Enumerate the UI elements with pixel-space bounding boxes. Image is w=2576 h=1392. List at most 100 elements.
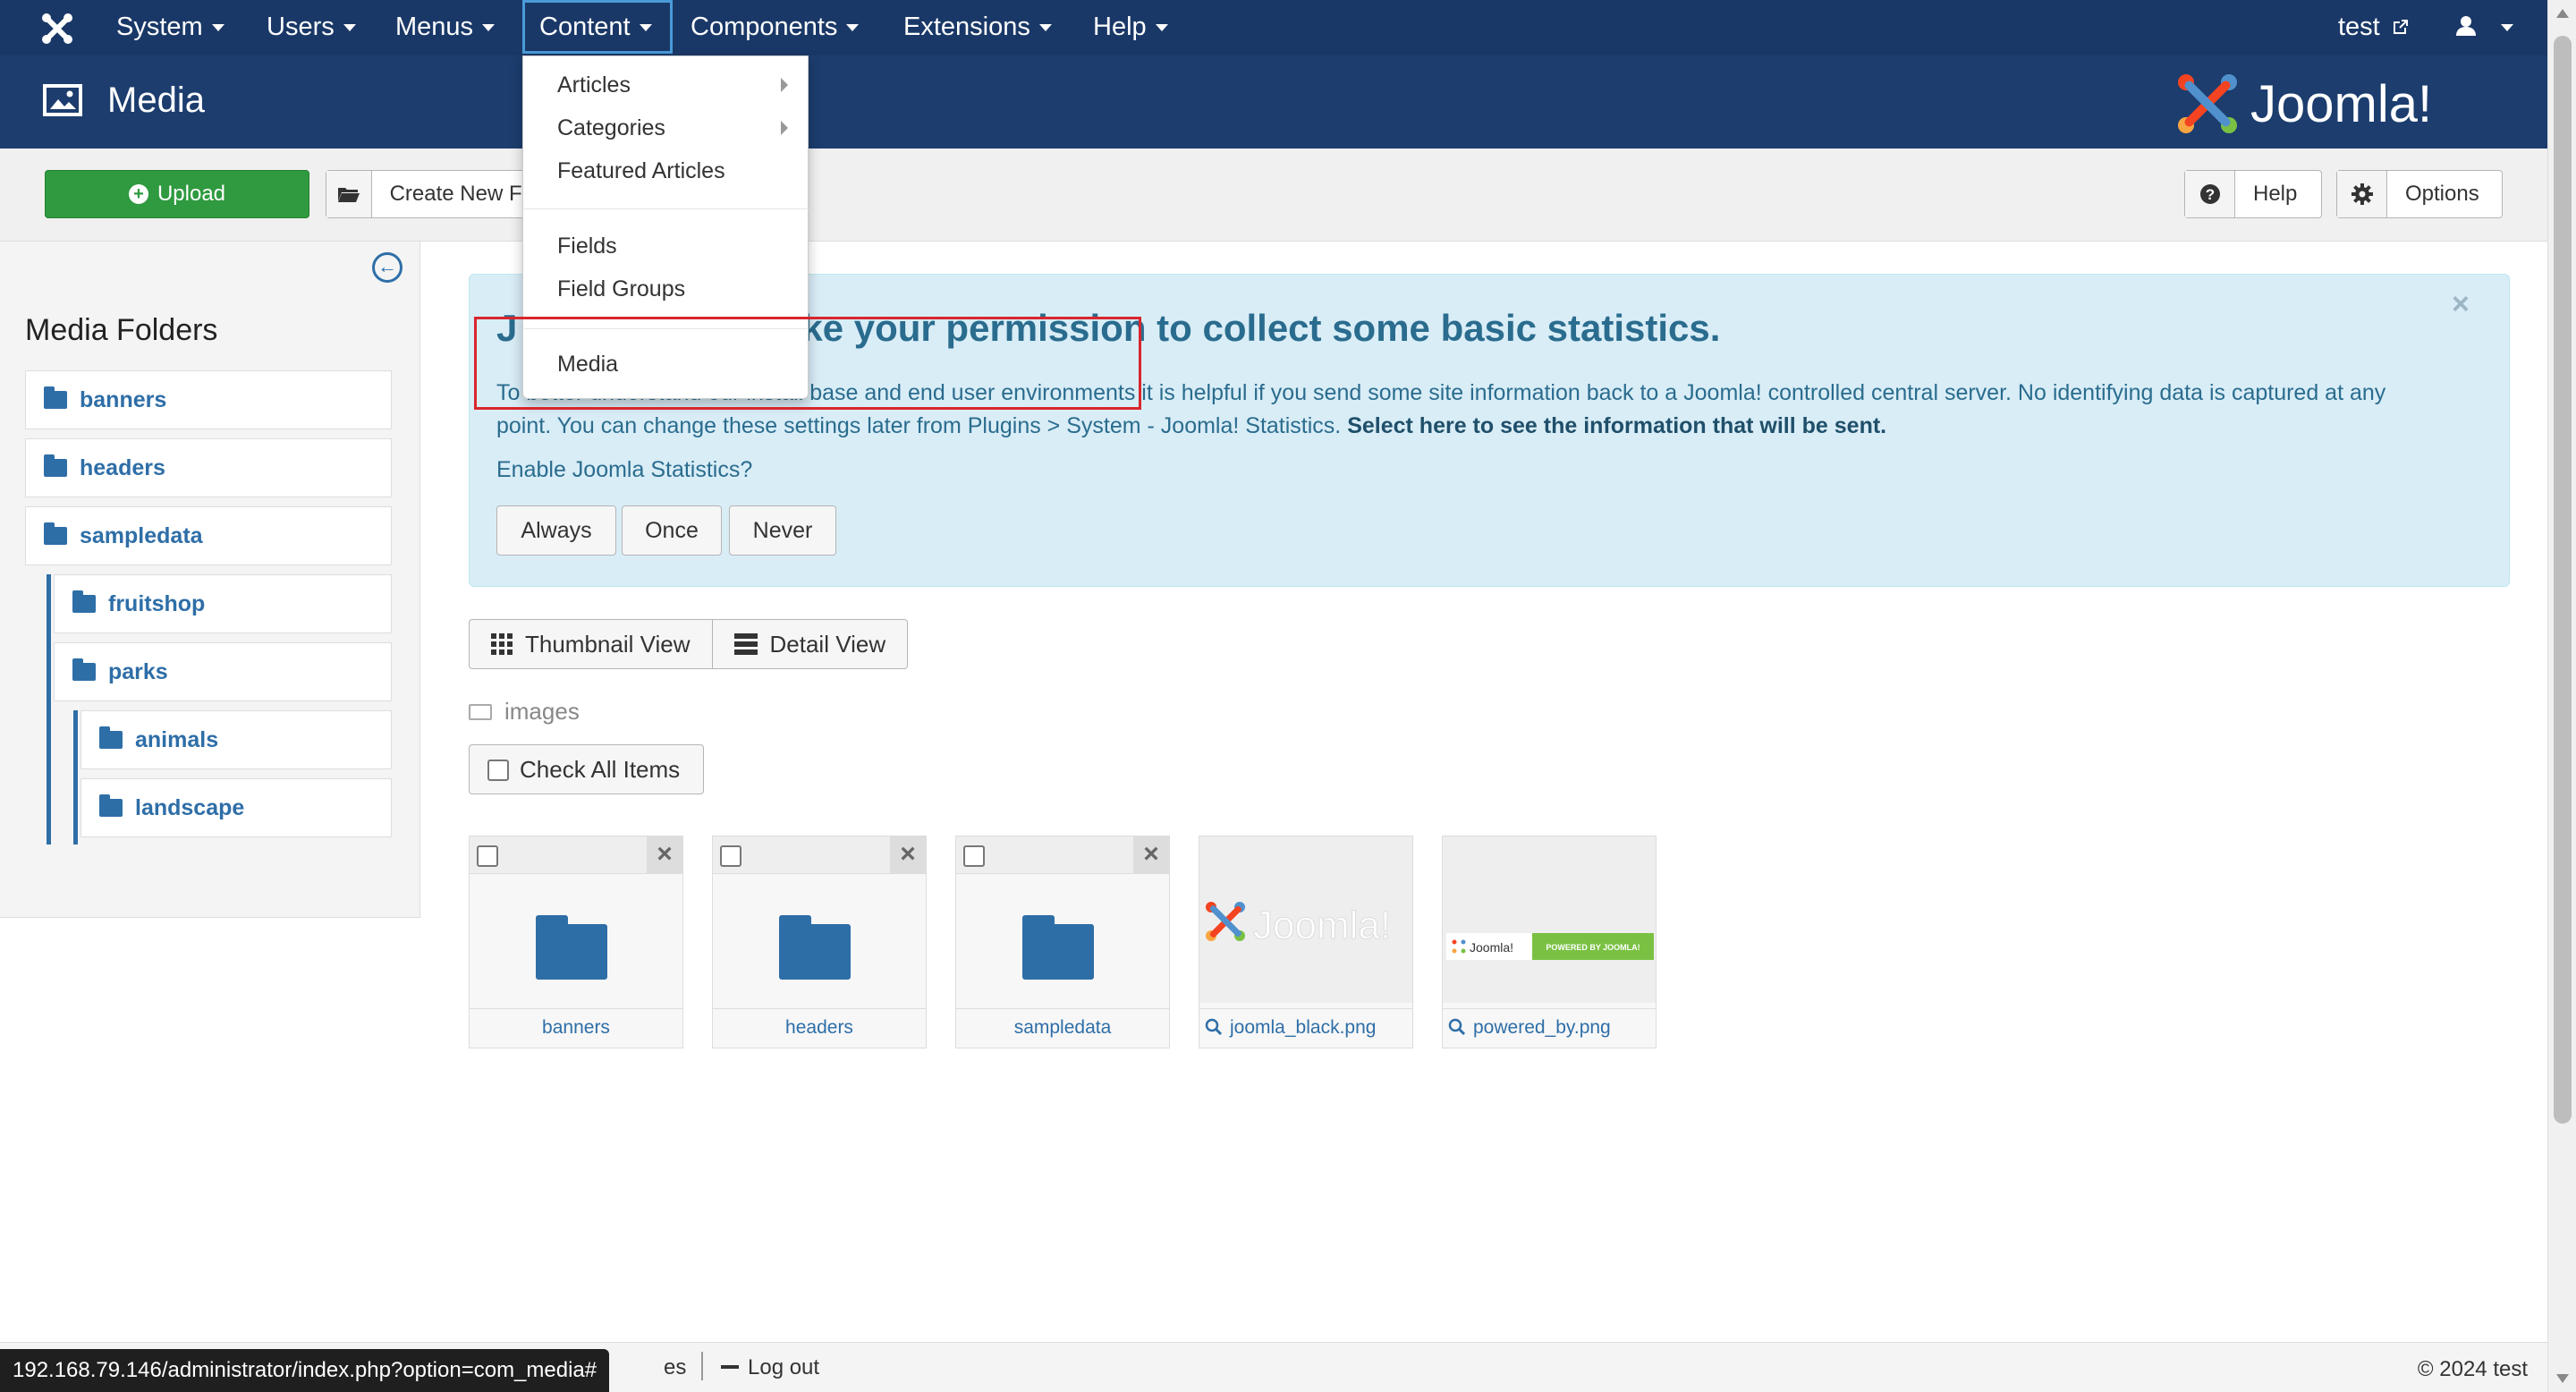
search-icon — [1205, 1018, 1223, 1036]
item-checkbox[interactable] — [963, 845, 985, 867]
folder-icon — [99, 726, 123, 749]
nav-users[interactable]: Users — [252, 0, 370, 55]
chevron-right-icon — [781, 78, 788, 92]
folder-icon — [779, 915, 851, 980]
breadcrumb: images — [469, 698, 580, 726]
alert-question: Enable Joomla Statistics? — [496, 457, 753, 482]
folder-item-fruitshop[interactable]: fruitshop — [54, 574, 392, 633]
grid-icon — [491, 633, 513, 655]
nav-content[interactable]: Content — [522, 0, 673, 54]
media-item-powered-by[interactable]: Joomla! POWERED BY JOOMLA! powered_by.pn… — [1442, 836, 1657, 1048]
svg-text:?: ? — [2205, 186, 2214, 203]
folder-item-sampledata[interactable]: sampledata — [25, 506, 392, 565]
caret-down-icon — [482, 24, 496, 32]
scroll-up-icon[interactable] — [2556, 9, 2569, 18]
close-icon[interactable]: × — [2452, 287, 2470, 322]
menu-item-fields[interactable]: Fields — [557, 233, 617, 259]
folder-icon — [44, 522, 67, 545]
folder-icon — [1022, 915, 1094, 980]
create-folder-button[interactable]: Create New F — [326, 170, 528, 218]
folder-icon — [99, 794, 123, 817]
external-link-icon — [2393, 20, 2408, 34]
nav-menus[interactable]: Menus — [381, 0, 509, 55]
joomla-brand-logo: Joomla! — [2178, 74, 2432, 133]
detail-view-button[interactable]: Detail View — [711, 620, 908, 668]
delete-icon[interactable]: × — [647, 836, 682, 874]
item-name[interactable]: sampledata — [956, 1008, 1169, 1048]
delete-icon[interactable]: × — [890, 836, 926, 874]
folder-item-animals[interactable]: animals — [80, 710, 392, 769]
caret-down-icon — [639, 24, 652, 32]
logout-link[interactable]: Log out — [721, 1355, 819, 1380]
always-button[interactable]: Always — [496, 505, 616, 556]
media-item-sampledata[interactable]: × sampledata — [955, 836, 1170, 1048]
svg-text:Joomla!: Joomla! — [1253, 904, 1391, 947]
item-name[interactable]: banners — [470, 1008, 682, 1048]
media-item-banners[interactable]: × banners — [469, 836, 683, 1048]
item-name[interactable]: powered_by.png — [1443, 1008, 1656, 1048]
item-name[interactable]: headers — [713, 1008, 926, 1048]
nav-system[interactable]: System — [102, 0, 239, 55]
help-button[interactable]: ? Help — [2184, 170, 2322, 218]
caret-down-icon — [211, 24, 225, 32]
menu-divider — [524, 208, 809, 209]
delete-icon[interactable]: × — [1133, 836, 1169, 874]
item-checkbox[interactable] — [720, 845, 741, 867]
page-header: Media Joomla! — [0, 55, 2547, 149]
folder-icon — [44, 386, 67, 409]
options-button[interactable]: Options — [2336, 170, 2503, 218]
nav-extensions[interactable]: Extensions — [889, 0, 1066, 55]
highlight-box — [474, 317, 1141, 410]
scroll-thumb[interactable] — [2554, 36, 2572, 1124]
site-link[interactable]: test — [2338, 0, 2411, 55]
never-button[interactable]: Never — [729, 505, 836, 556]
nav-help[interactable]: Help — [1079, 0, 1182, 55]
image-icon — [43, 84, 82, 116]
once-button[interactable]: Once — [622, 505, 722, 556]
folder-open-icon — [469, 704, 492, 720]
scrollbar[interactable] — [2547, 0, 2576, 1392]
folder-item-banners[interactable]: banners — [25, 370, 392, 429]
menu-item-field-groups[interactable]: Field Groups — [557, 276, 685, 302]
caret-down-icon — [2501, 24, 2514, 32]
powered-by-joomla-image: Joomla! POWERED BY JOOMLA! — [1446, 933, 1654, 960]
question-circle-icon: ? — [2185, 171, 2235, 217]
item-checkbox[interactable] — [477, 845, 498, 867]
folder-icon — [72, 590, 96, 613]
upload-button[interactable]: + Upload — [45, 170, 309, 218]
minus-icon — [721, 1365, 739, 1369]
folder-item-parks[interactable]: parks — [54, 642, 392, 701]
statistics-info-link[interactable]: Select here to see the information that … — [1347, 413, 1886, 438]
collapse-sidebar-icon[interactable]: ← — [372, 252, 402, 283]
user-menu[interactable] — [2454, 0, 2514, 55]
copyright: © 2024 test — [2417, 1357, 2528, 1381]
top-navbar: System Users Menus Content Components Ex… — [0, 0, 2547, 55]
folder-item-landscape[interactable]: landscape — [80, 778, 392, 837]
item-name[interactable]: joomla_black.png — [1199, 1008, 1412, 1048]
caret-down-icon — [846, 24, 860, 32]
caret-down-icon — [343, 24, 356, 32]
folder-item-headers[interactable]: headers — [25, 438, 392, 497]
scroll-down-icon[interactable] — [2556, 1374, 2569, 1383]
caret-down-icon — [1155, 24, 1168, 32]
joomla-icon[interactable] — [39, 11, 75, 47]
menu-item-categories[interactable]: Categories — [557, 115, 665, 141]
sidebar-title: Media Folders — [25, 313, 218, 347]
menu-item-articles[interactable]: Articles — [557, 72, 631, 98]
nav-components[interactable]: Components — [676, 0, 873, 55]
menu-item-featured-articles[interactable]: Featured Articles — [557, 158, 725, 184]
caret-down-icon — [1038, 24, 1052, 32]
media-item-headers[interactable]: × headers — [712, 836, 927, 1048]
nest-indicator — [47, 574, 51, 845]
search-icon — [1448, 1018, 1466, 1036]
thumbnail-view-button[interactable]: Thumbnail View — [470, 620, 712, 668]
media-sidebar: ← Media Folders banners headers sampleda… — [0, 242, 420, 918]
svg-text:Joomla!: Joomla! — [2250, 75, 2432, 133]
chevron-right-icon — [781, 121, 788, 135]
checkbox[interactable] — [487, 760, 509, 781]
svg-text:Joomla!: Joomla! — [1470, 940, 1513, 955]
plus-circle-icon: + — [128, 184, 148, 204]
page-title: Media — [107, 81, 205, 120]
media-item-joomla-black[interactable]: Joomla! joomla_black.png — [1199, 836, 1413, 1048]
check-all-button[interactable]: Check All Items — [469, 744, 705, 794]
